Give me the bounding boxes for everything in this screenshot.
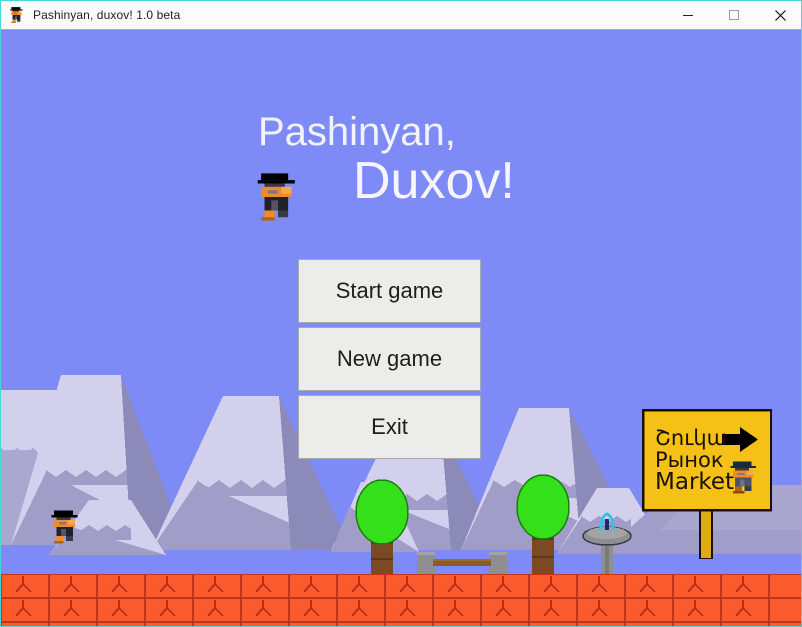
close-button[interactable] [757,1,801,29]
window-controls [665,1,801,29]
game-scene: Pashinyan, Duxov! Start game New game Ex… [1,30,801,626]
maximize-icon [729,10,739,20]
minimize-button[interactable] [665,1,711,29]
close-icon [774,9,786,21]
pashinyan-character-icon [10,7,23,23]
main-menu: Start game New game Exit [298,259,481,459]
new-game-button[interactable]: New game [298,327,481,391]
exit-button[interactable]: Exit [298,395,481,459]
minimize-icon [683,15,693,16]
brick-ground [1,574,801,626]
application-window: Pashinyan, duxov! 1.0 beta Pashinyan, Du… [0,0,802,627]
window-title: Pashinyan, duxov! 1.0 beta [33,8,181,22]
maximize-button[interactable] [711,1,757,29]
title-bar: Pashinyan, duxov! 1.0 beta [1,1,801,30]
start-game-button[interactable]: Start game [298,259,481,323]
